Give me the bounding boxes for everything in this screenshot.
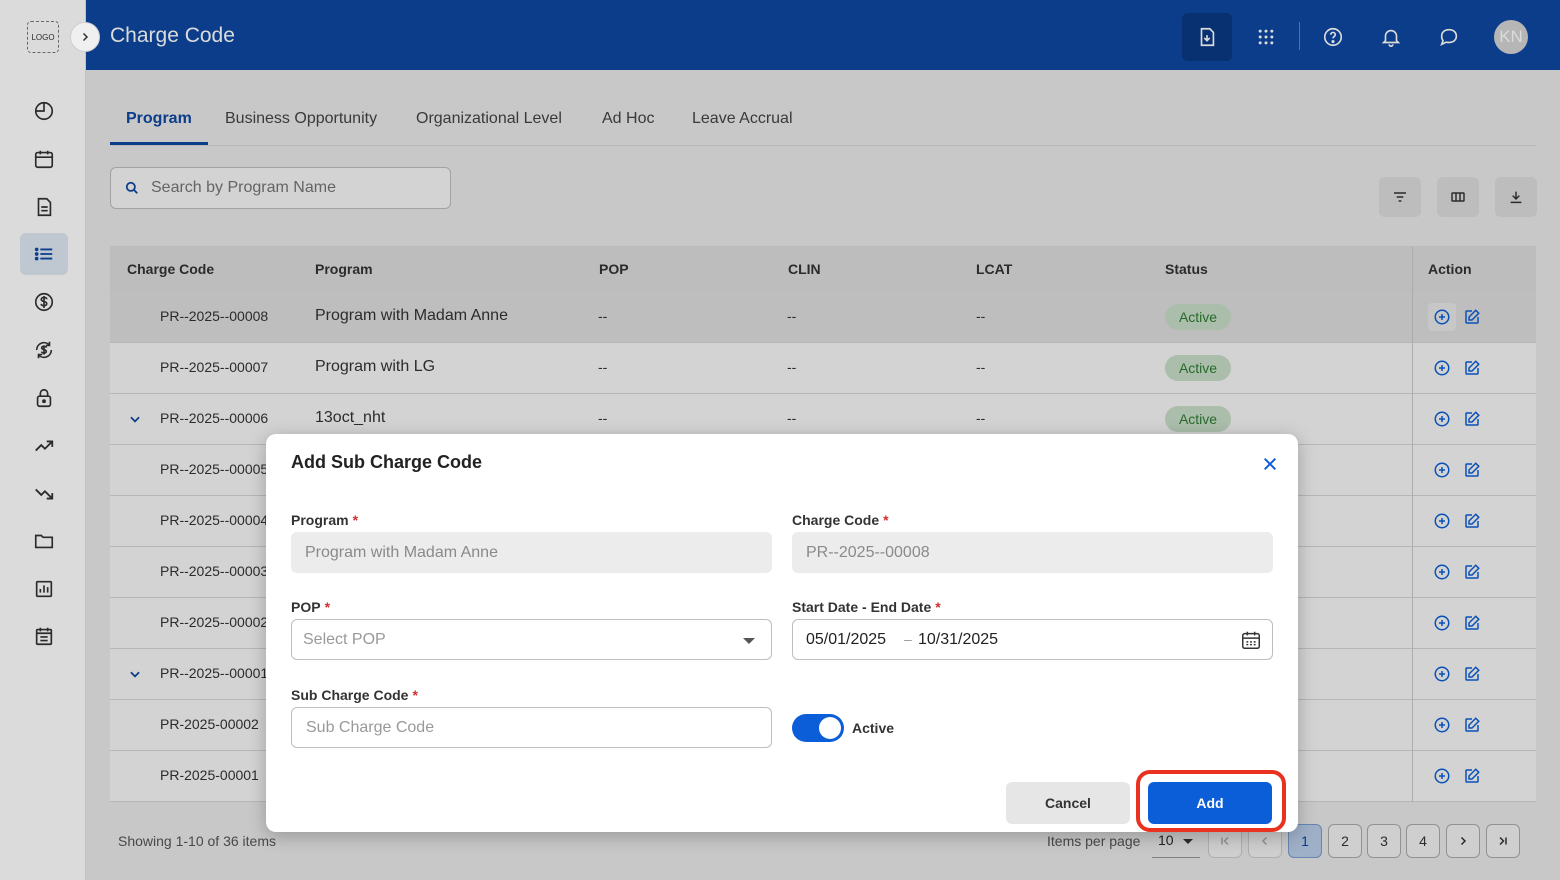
pop-label: POP * xyxy=(291,599,331,615)
active-toggle-label: Active xyxy=(852,720,895,736)
sidebar-expand-button[interactable] xyxy=(70,22,100,52)
start-date-value[interactable]: 05/01/2025 xyxy=(806,631,886,649)
sub-charge-code-label: Sub Charge Code * xyxy=(291,687,418,703)
calendar-icon[interactable] xyxy=(1240,629,1262,651)
toggle-knob xyxy=(819,717,841,739)
program-label: Program * xyxy=(291,512,359,528)
close-button[interactable] xyxy=(1258,452,1282,476)
chevron-right-icon xyxy=(82,32,89,42)
pop-select-placeholder: Select POP xyxy=(303,630,386,648)
date-range-label: Start Date - End Date * xyxy=(792,599,941,615)
sub-charge-code-input[interactable] xyxy=(306,718,726,737)
end-date-value[interactable]: 10/31/2025 xyxy=(918,631,998,649)
charge-code-field: PR--2025--00008 xyxy=(792,532,1273,573)
active-toggle[interactable] xyxy=(792,714,844,742)
date-range-picker[interactable]: 05/01/2025 – 10/31/2025 xyxy=(792,619,1273,660)
cancel-button[interactable]: Cancel xyxy=(1006,782,1130,824)
add-button-highlight xyxy=(1136,770,1286,832)
dialog-title: Add Sub Charge Code xyxy=(291,452,483,472)
charge-code-label: Charge Code * xyxy=(792,512,889,528)
program-field: Program with Madam Anne xyxy=(291,532,772,573)
pop-select[interactable]: Select POP xyxy=(291,619,772,660)
required-asterisk: * xyxy=(935,599,941,615)
required-asterisk: * xyxy=(352,512,359,528)
date-separator: – xyxy=(904,631,912,647)
program-field-value: Program with Madam Anne xyxy=(305,543,498,561)
charge-code-field-value: PR--2025--00008 xyxy=(806,543,930,561)
caret-down-icon xyxy=(743,638,755,644)
close-icon xyxy=(1263,457,1277,471)
required-asterisk: * xyxy=(412,687,418,703)
required-asterisk: * xyxy=(883,512,889,528)
required-asterisk: * xyxy=(324,599,331,615)
sub-charge-code-field[interactable] xyxy=(291,707,772,748)
